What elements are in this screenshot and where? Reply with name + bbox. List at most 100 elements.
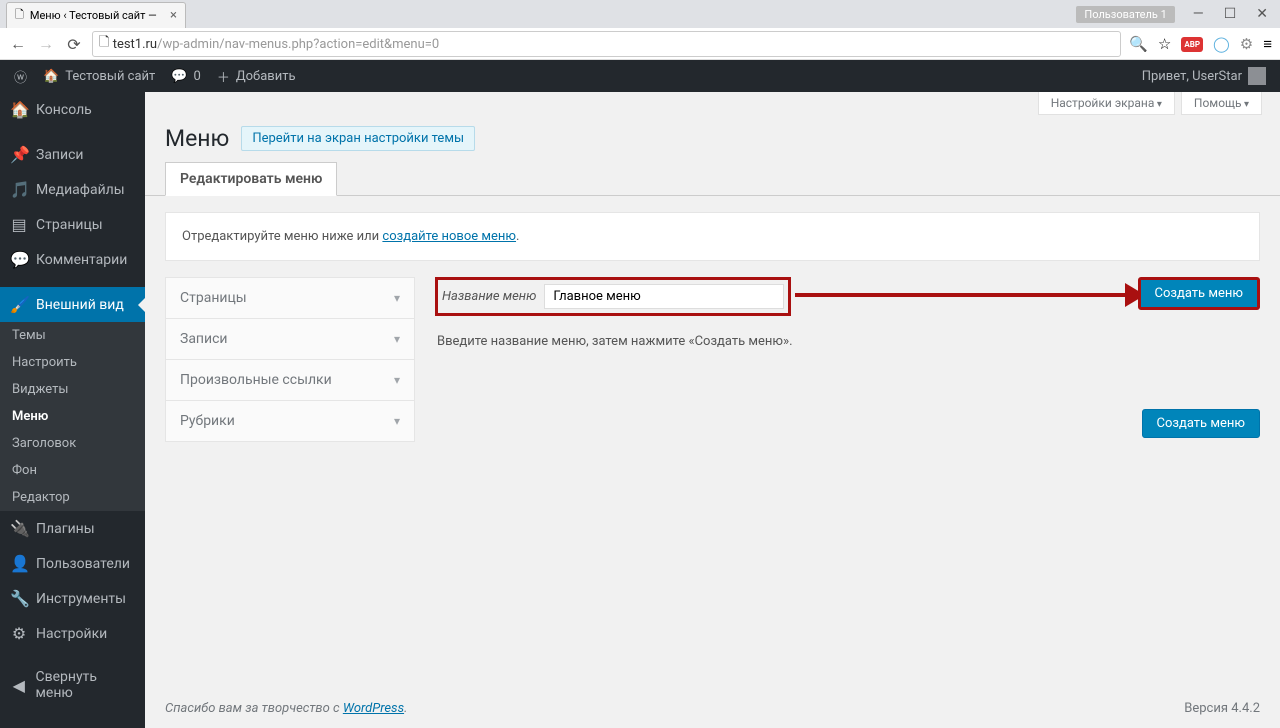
accordion-label: Записи [180,331,228,347]
sidebar-item-dashboard[interactable]: 🏠 Консоль [0,92,145,127]
settings-icon: ⚙ [10,624,28,643]
close-icon[interactable]: × [170,8,177,23]
menu-name-input[interactable] [544,284,784,309]
url-host: test1.ru [113,37,157,52]
maximize-icon[interactable]: ☐ [1224,6,1237,22]
greeting-text: Привет, UserStar [1142,69,1242,84]
sidebar-submenu: Темы Настроить Виджеты Меню Заголовок Фо… [0,322,145,511]
add-new-link[interactable]: ＋Добавить [209,60,304,92]
back-button[interactable]: ← [8,34,28,54]
submenu-header[interactable]: Заголовок [0,430,145,457]
url-input[interactable]: 🗋 test1.ru/wp-admin/nav-menus.php?action… [92,31,1121,57]
screen-meta: Настройки экрана Помощь [145,92,1280,115]
submenu-menus[interactable]: Меню [0,403,145,430]
tools-icon: 🔧 [10,589,28,608]
plugins-icon: 🔌 [10,519,28,538]
sidebar-item-tools[interactable]: 🔧Инструменты [0,581,145,616]
sidebar-item-settings[interactable]: ⚙Настройки [0,616,145,651]
submenu-background[interactable]: Фон [0,457,145,484]
sidebar-item-label: Пользователи [36,556,130,572]
create-menu-button-bottom[interactable]: Создать меню [1142,409,1260,438]
page-icon: 🗋 [15,6,24,25]
forward-button: → [36,34,56,54]
sidebar-item-appearance[interactable]: 🖌️ Внешний вид [0,287,145,322]
sidebar-item-label: Свернуть меню [36,669,135,701]
site-link[interactable]: 🏠Тестовый сайт [35,60,163,92]
sidebar-item-users[interactable]: 👤 Пользователи [0,546,145,581]
admin-footer: Спасибо вам за творчество с WordPress. В… [145,689,1280,728]
star-icon[interactable]: ☆ [1158,35,1171,53]
accordion-head: Записи [166,319,414,359]
media-icon: 🎵 [10,180,28,199]
window-controls: — ☐ ✕ [1193,6,1268,22]
submenu-widgets[interactable]: Виджеты [0,376,145,403]
menu-name-label: Название меню [442,289,536,304]
menu-name-row: Название меню Создать меню [435,277,1260,316]
address-bar: ← → ⟳ 🗋 test1.ru/wp-admin/nav-menus.php?… [0,28,1280,60]
accordion-pages[interactable]: Страницы [165,277,415,319]
accordion-label: Произвольные ссылки [180,372,332,388]
screen-options-button[interactable]: Настройки экрана [1038,92,1175,115]
create-menu-link[interactable]: создайте новое меню [382,229,516,244]
sidebar-item-plugins[interactable]: 🔌Плагины [0,511,145,546]
url-path: /wp-admin/nav-menus.php?action=edit&menu… [157,37,439,52]
footer-thanks: Спасибо вам за творчество с WordPress. [165,701,407,716]
zoom-icon[interactable]: 🔍 [1129,35,1148,53]
site-name: Тестовый сайт [65,69,155,84]
browser-tab[interactable]: 🗋 Меню ‹ Тестовый сайт — × [6,2,186,28]
accordion-links[interactable]: Произвольные ссылки [165,360,415,401]
submenu-themes[interactable]: Темы [0,322,145,349]
close-window-icon[interactable]: ✕ [1256,6,1268,22]
toolbar-icons: 🔍 ☆ ABP ◯ ⚙ ≡ [1129,35,1272,53]
sync-icon[interactable]: ◯ [1213,35,1230,53]
minimize-icon[interactable]: — [1193,6,1204,22]
abp-icon[interactable]: ABP [1181,37,1203,52]
profile-badge[interactable]: Пользователь 1 [1076,6,1174,23]
theme-locations-link[interactable]: Перейти на экран настройки темы [241,126,475,151]
menu-icon[interactable]: ≡ [1263,35,1272,53]
wp-admin-bar: ⓦ 🏠Тестовый сайт 💬0 ＋Добавить Привет, Us… [0,60,1280,92]
submenu-customize[interactable]: Настроить [0,349,145,376]
accordion-label: Страницы [180,290,247,306]
accordion-head: Рубрики [166,401,414,441]
notice-text: Отредактируйте меню ниже или [182,229,382,244]
sidebar-collapse[interactable]: ◀ Свернуть меню [0,661,145,709]
collapse-icon: ◀ [10,676,28,695]
reload-button[interactable]: ⟳ [64,35,84,54]
help-button[interactable]: Помощь [1181,92,1262,115]
browser-chrome: 🗋 Меню ‹ Тестовый сайт — × Пользователь … [0,0,1280,60]
create-bottom-row: Создать меню [435,409,1260,438]
content-area: Настройки экрана Помощь Меню Перейти на … [145,92,1280,728]
sidebar-item-pages[interactable]: ▤ Страницы [0,207,145,242]
page-title: Меню [165,125,229,152]
wordpress-link[interactable]: WordPress [343,701,404,716]
sidebar-item-label: Внешний вид [36,297,124,313]
appearance-icon: 🖌️ [10,295,28,314]
sidebar-item-label: Консоль [36,102,92,118]
user-greeting[interactable]: Привет, UserStar [1134,60,1274,92]
edit-notice: Отредактируйте меню ниже или создайте но… [165,212,1260,261]
comments-link[interactable]: 💬0 [163,60,209,92]
sidebar-item-label: Страницы [36,217,103,233]
create-menu-button[interactable]: Создать меню [1138,277,1260,310]
browser-tab-bar: 🗋 Меню ‹ Тестовый сайт — × Пользователь … [0,0,1280,28]
admin-sidebar: 🏠 Консоль 📌Записи 🎵Медиафайлы ▤ Страницы 💬… [0,92,145,728]
accordion-categories[interactable]: Рубрики [165,401,415,442]
submenu-editor[interactable]: Редактор [0,484,145,511]
dashboard-icon: 🏠 [10,100,28,119]
accordion-posts[interactable]: Записи [165,319,415,360]
comments-icon: 💬 [10,250,28,269]
sidebar-item-comments[interactable]: 💬Комментарии [0,242,145,277]
tab-edit-menu[interactable]: Редактировать меню [165,162,337,196]
highlight-create-button: Создать меню [1138,277,1260,310]
accordion-head: Страницы [166,278,414,318]
pages-icon: ▤ [10,215,28,234]
gear-icon[interactable]: ⚙ [1240,35,1253,53]
menu-edit-area: Страницы Записи Произвольные ссылки Рубр… [145,261,1280,458]
page-icon: 🗋 [99,33,113,55]
sidebar-item-posts[interactable]: 📌Записи [0,137,145,172]
users-icon: 👤 [10,554,28,573]
wp-logo[interactable]: ⓦ [6,60,35,92]
sidebar-item-media[interactable]: 🎵Медиафайлы [0,172,145,207]
avatar-icon [1248,67,1266,85]
